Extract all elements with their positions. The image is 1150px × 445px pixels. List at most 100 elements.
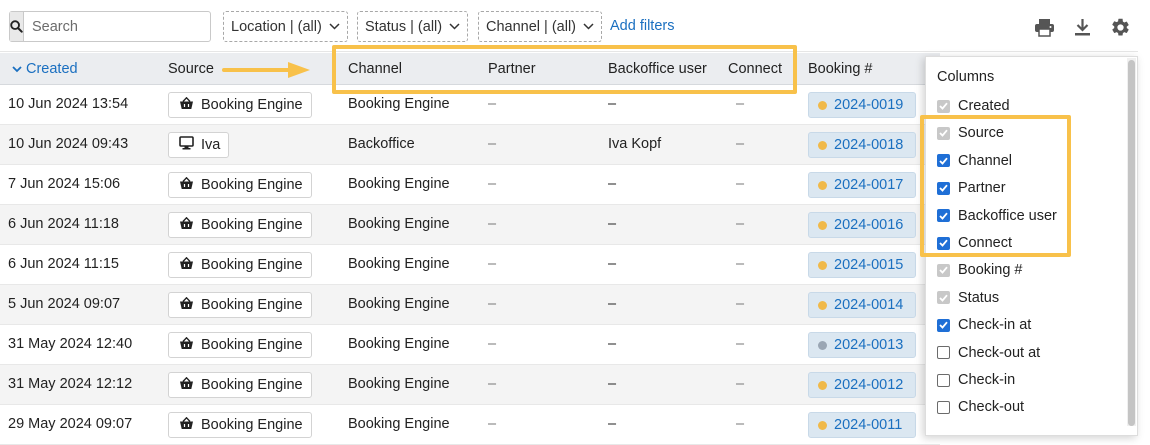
- scrollbar-thumb[interactable]: [1128, 60, 1135, 426]
- basket-icon: [179, 296, 194, 314]
- booking-number-chip[interactable]: 2024-0018: [808, 132, 916, 158]
- channel-cell: Booking Engine: [348, 176, 450, 192]
- source-chip: Booking Engine: [168, 212, 312, 238]
- status-dot: [818, 180, 827, 190]
- booking-number: 2024-0013: [834, 337, 904, 353]
- location-filter-label: Location | (all): [231, 18, 322, 35]
- connect-cell: –: [736, 176, 745, 192]
- connect-cell: –: [736, 336, 745, 352]
- checkbox: [937, 263, 950, 277]
- connect-cell: –: [736, 376, 745, 392]
- partner-cell: –: [488, 176, 497, 192]
- search-icon[interactable]: [10, 12, 24, 41]
- column-option-label: Created: [958, 98, 1010, 114]
- column-option-check-out-at[interactable]: Check-out at: [937, 345, 1040, 361]
- column-header-created-label: Created: [26, 61, 78, 77]
- partner-cell: –: [488, 256, 497, 272]
- connect-cell: –: [736, 296, 745, 312]
- column-option-check-in-at[interactable]: Check-in at: [937, 317, 1031, 333]
- highlight-columns-box: [332, 45, 797, 94]
- connect-cell: –: [736, 416, 745, 432]
- checkbox[interactable]: [937, 373, 950, 387]
- created-cell: 6 Jun 2024 11:15: [8, 256, 119, 272]
- highlight-options-box: [920, 115, 1071, 257]
- column-option-label: Check-in at: [958, 317, 1032, 334]
- basket-icon: [179, 336, 194, 354]
- table-row[interactable]: 6 Jun 2024 11:18 Booking Engine Booking …: [0, 205, 940, 245]
- booking-number-chip[interactable]: 2024-0016: [808, 212, 916, 238]
- source-chip: Booking Engine: [168, 292, 312, 318]
- booking-number: 2024-0012: [834, 377, 904, 393]
- channel-cell: Booking Engine: [348, 336, 450, 352]
- checkbox[interactable]: [937, 318, 950, 332]
- source-label: Iva: [201, 137, 221, 153]
- booking-number: 2024-0011: [834, 417, 903, 433]
- printer-icon[interactable]: [1032, 15, 1056, 39]
- table-row[interactable]: 5 Jun 2024 09:07 Booking Engine Booking …: [0, 285, 940, 325]
- booking-number-chip[interactable]: 2024-0019: [808, 92, 916, 118]
- location-filter[interactable]: Location | (all): [223, 11, 348, 42]
- search-box[interactable]: [9, 11, 227, 42]
- source-label: Booking Engine: [201, 217, 303, 233]
- channel-cell: Booking Engine: [348, 296, 450, 312]
- booking-number-chip[interactable]: 2024-0013: [808, 332, 916, 358]
- download-icon[interactable]: [1070, 15, 1094, 39]
- basket-icon: [179, 416, 194, 434]
- channel-cell: Booking Engine: [348, 216, 450, 232]
- partner-cell: –: [488, 376, 497, 392]
- booking-number-chip[interactable]: 2024-0014: [808, 292, 916, 318]
- channel-cell: Booking Engine: [348, 416, 450, 432]
- source-chip: Iva: [168, 132, 230, 158]
- table-row[interactable]: 31 May 2024 12:12 Booking Engine Booking…: [0, 365, 940, 405]
- basket-icon: [179, 376, 194, 394]
- backoffice-user-cell: –: [608, 376, 617, 392]
- created-cell: 6 Jun 2024 11:18: [8, 216, 119, 232]
- created-cell: 5 Jun 2024 09:07: [8, 296, 121, 312]
- search-input[interactable]: [24, 12, 227, 41]
- status-dot: [818, 260, 827, 270]
- table-row[interactable]: 7 Jun 2024 15:06 Booking Engine Booking …: [0, 165, 940, 205]
- backoffice-user-cell: Iva Kopf: [608, 136, 662, 152]
- basket-icon: [179, 176, 194, 194]
- created-cell: 31 May 2024 12:12: [8, 376, 133, 392]
- booking-number: 2024-0014: [834, 297, 904, 313]
- column-option-check-in[interactable]: Check-in: [937, 372, 1015, 388]
- booking-number-chip[interactable]: 2024-0011: [808, 412, 916, 438]
- source-label: Booking Engine: [201, 177, 303, 193]
- source-chip: Booking Engine: [168, 92, 312, 118]
- channel-filter[interactable]: Channel | (all): [478, 11, 603, 42]
- created-cell: 29 May 2024 09:07: [8, 416, 133, 432]
- channel-filter-label: Channel | (all): [486, 18, 577, 35]
- column-header-created[interactable]: Created: [12, 61, 78, 77]
- status-filter[interactable]: Status | (all): [357, 11, 469, 42]
- table-row[interactable]: 29 May 2024 09:07 Booking Engine Booking…: [0, 405, 940, 445]
- table-row[interactable]: 31 May 2024 12:40 Booking Engine Booking…: [0, 325, 940, 365]
- status-filter-label: Status | (all): [365, 18, 443, 35]
- partner-cell: –: [488, 216, 497, 232]
- panel-scrollbar[interactable]: [1127, 58, 1136, 426]
- column-option-label: Check-out at: [958, 344, 1041, 361]
- column-header-source[interactable]: Source: [168, 61, 214, 77]
- channel-cell: Backoffice: [348, 136, 415, 152]
- monitor-icon: [179, 136, 194, 154]
- booking-number-chip[interactable]: 2024-0017: [808, 172, 916, 198]
- booking-number-chip[interactable]: 2024-0015: [808, 252, 916, 278]
- booking-number: 2024-0016: [834, 217, 904, 233]
- chevron-down-icon: [329, 23, 340, 30]
- table-row[interactable]: 6 Jun 2024 11:15 Booking Engine Booking …: [0, 245, 940, 285]
- partner-cell: –: [488, 136, 497, 152]
- checkbox: [937, 291, 950, 305]
- source-label: Booking Engine: [201, 297, 303, 313]
- column-header-booking[interactable]: Booking #: [808, 61, 873, 77]
- checkbox[interactable]: [937, 346, 950, 360]
- add-filters-link[interactable]: Add filters: [610, 18, 674, 34]
- created-cell: 7 Jun 2024 15:06: [8, 176, 121, 192]
- source-chip: Booking Engine: [168, 252, 312, 278]
- table-row[interactable]: 10 Jun 2024 09:43 Iva Backoffice – Iva K…: [0, 125, 940, 165]
- checkbox[interactable]: [937, 400, 950, 414]
- basket-icon: [179, 96, 194, 114]
- column-option-check-out[interactable]: Check-out: [937, 399, 1024, 415]
- gear-icon[interactable]: [1108, 15, 1132, 39]
- booking-number-chip[interactable]: 2024-0012: [808, 372, 916, 398]
- backoffice-user-cell: –: [608, 96, 617, 112]
